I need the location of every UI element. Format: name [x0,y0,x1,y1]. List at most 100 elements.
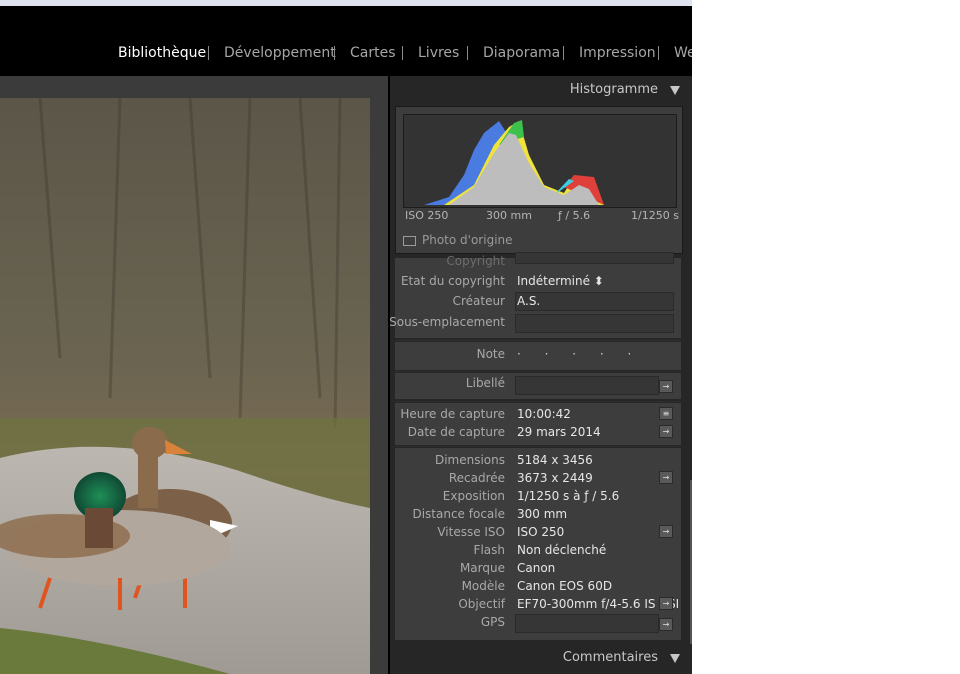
label-row: Libellé → [395,374,681,395]
flash-row: Flash Non déclenché [395,541,681,559]
divider [395,371,681,372]
checkbox-icon[interactable] [403,235,416,246]
focal-length-value: 300 mm [517,507,568,521]
lens-row: Objectif EF70-300mm f/4-5.6 IS USI → [395,595,681,613]
histogram-title: Histogramme [569,82,658,97]
make-value: Canon [517,561,556,575]
lightroom-window: Bibliothèque Développement Cartes Livres… [0,0,692,674]
cropped-value: 3673 x 2449 [517,471,593,485]
gps-field[interactable] [515,614,659,633]
creator-row: Créateur A.S. [395,292,681,311]
loupe-view [0,76,388,674]
capture-date-row: Date de capture 29 mars 2014 → [395,423,681,441]
histogram-header[interactable]: Histogramme [390,76,692,104]
arrow-go-icon[interactable]: → [659,425,673,438]
flash-value: Non déclenché [517,543,607,557]
copyright-field[interactable] [515,252,674,264]
divider [395,401,681,402]
make-row: Marque Canon [395,559,681,577]
list-icon[interactable]: ≡ [659,407,673,420]
make-label: Marque [459,561,505,575]
lens-value: EF70-300mm f/4-5.6 IS USI [517,597,680,611]
dimensions-label: Dimensions [434,453,505,467]
rating-label: Note [476,347,505,361]
exposure-label: Exposition [442,489,505,503]
arrow-go-icon[interactable]: → [659,380,673,393]
histogram-curves [424,120,604,205]
iso-row: Vitesse ISO ISO 250 → [395,523,681,541]
capture-time-row: Heure de capture 10:00:42 ≡ [395,405,681,423]
rating-row: Note · · · · · [395,345,681,363]
module-develop[interactable]: Développement [224,38,336,68]
model-row: Modèle Canon EOS 60D [395,577,681,595]
module-separator [563,46,564,60]
dimensions-row: Dimensions 5184 x 3456 [395,451,681,469]
capture-time-label: Heure de capture [400,407,505,421]
metadata-section-label: Libellé → [395,373,681,399]
right-panel: Histogramme ISO 250 300 mm ƒ / 5.6 1/125… [389,76,692,674]
metadata-section-rating: Note · · · · · [395,342,681,370]
module-print[interactable]: Impression [579,38,656,68]
duck-photo [0,98,370,674]
module-separator [658,46,659,60]
metadata-section-copyright: Copyright Etat du copyright Indéterminé … [389,252,681,338]
collapse-triangle-icon[interactable] [670,86,680,95]
histogram-shutter: 1/1250 s [631,209,679,222]
histogram-graph[interactable] [403,114,677,208]
divider [395,340,681,341]
panel-scrollbar[interactable] [690,480,692,644]
copyright-status-select[interactable]: Indéterminé ⬍ [517,272,604,290]
exposure-row: Exposition 1/1250 s à ƒ / 5.6 [395,487,681,505]
module-library[interactable]: Bibliothèque [118,38,206,68]
sublocation-field[interactable] [515,314,674,333]
photo-preview[interactable] [0,98,370,674]
model-value: Canon EOS 60D [517,579,613,593]
gps-row: GPS → [395,613,681,633]
creator-label: Créateur [452,294,505,308]
comments-title: Commentaires [562,650,658,665]
focal-length-label: Distance focale [412,507,505,521]
label-field[interactable] [515,376,659,395]
collapse-triangle-icon[interactable] [670,654,680,663]
metadata-section-camera: Dimensions 5184 x 3456 Recadrée 3673 x 2… [395,448,681,640]
model-label: Modèle [461,579,505,593]
rating-stars[interactable]: · · · · · [517,345,641,363]
copyright-label: Copyright [446,254,505,268]
copyright-status-label: Etat du copyright [400,274,505,288]
module-map[interactable]: Cartes [350,38,396,68]
histogram-focal: 300 mm [486,209,532,222]
module-slideshow[interactable]: Diaporama [483,38,560,68]
comments-header[interactable]: Commentaires [390,642,692,672]
sublocation-row: Sous-emplacement [389,313,681,333]
lens-label: Objectif [458,597,505,611]
histogram-iso: ISO 250 [405,209,449,222]
iso-value: ISO 250 [517,525,565,539]
module-separator [334,46,335,60]
arrow-go-icon[interactable]: → [659,618,673,631]
iso-label: Vitesse ISO [437,525,505,539]
flash-label: Flash [473,543,505,557]
module-separator [467,46,468,60]
capture-date-label: Date de capture [407,425,505,439]
histogram-panel: ISO 250 300 mm ƒ / 5.6 1/1250 s Photo d'… [395,106,683,254]
label-label: Libellé [465,376,505,390]
gps-label: GPS [480,615,505,629]
module-book[interactable]: Livres [418,38,459,68]
module-separator [208,46,209,60]
arrow-go-icon[interactable]: → [659,471,673,484]
histogram-aperture: ƒ / 5.6 [558,209,591,222]
creator-value: A.S. [517,294,541,308]
dimensions-value: 5184 x 3456 [517,453,593,467]
arrow-go-icon[interactable]: → [659,597,673,610]
exposure-value: 1/1250 s à ƒ / 5.6 [517,489,620,503]
module-web[interactable]: We [674,38,692,68]
original-photo-toggle[interactable]: Photo d'origine [403,233,513,247]
focal-length-row: Distance focale 300 mm [395,505,681,523]
capture-time-value: 10:00:42 [517,407,571,421]
arrow-go-icon[interactable]: → [659,525,673,538]
cropped-row: Recadrée 3673 x 2449 → [395,469,681,487]
divider [395,446,681,447]
capture-date-value: 29 mars 2014 [517,425,601,439]
title-strip [0,0,692,6]
module-separator [402,46,403,60]
